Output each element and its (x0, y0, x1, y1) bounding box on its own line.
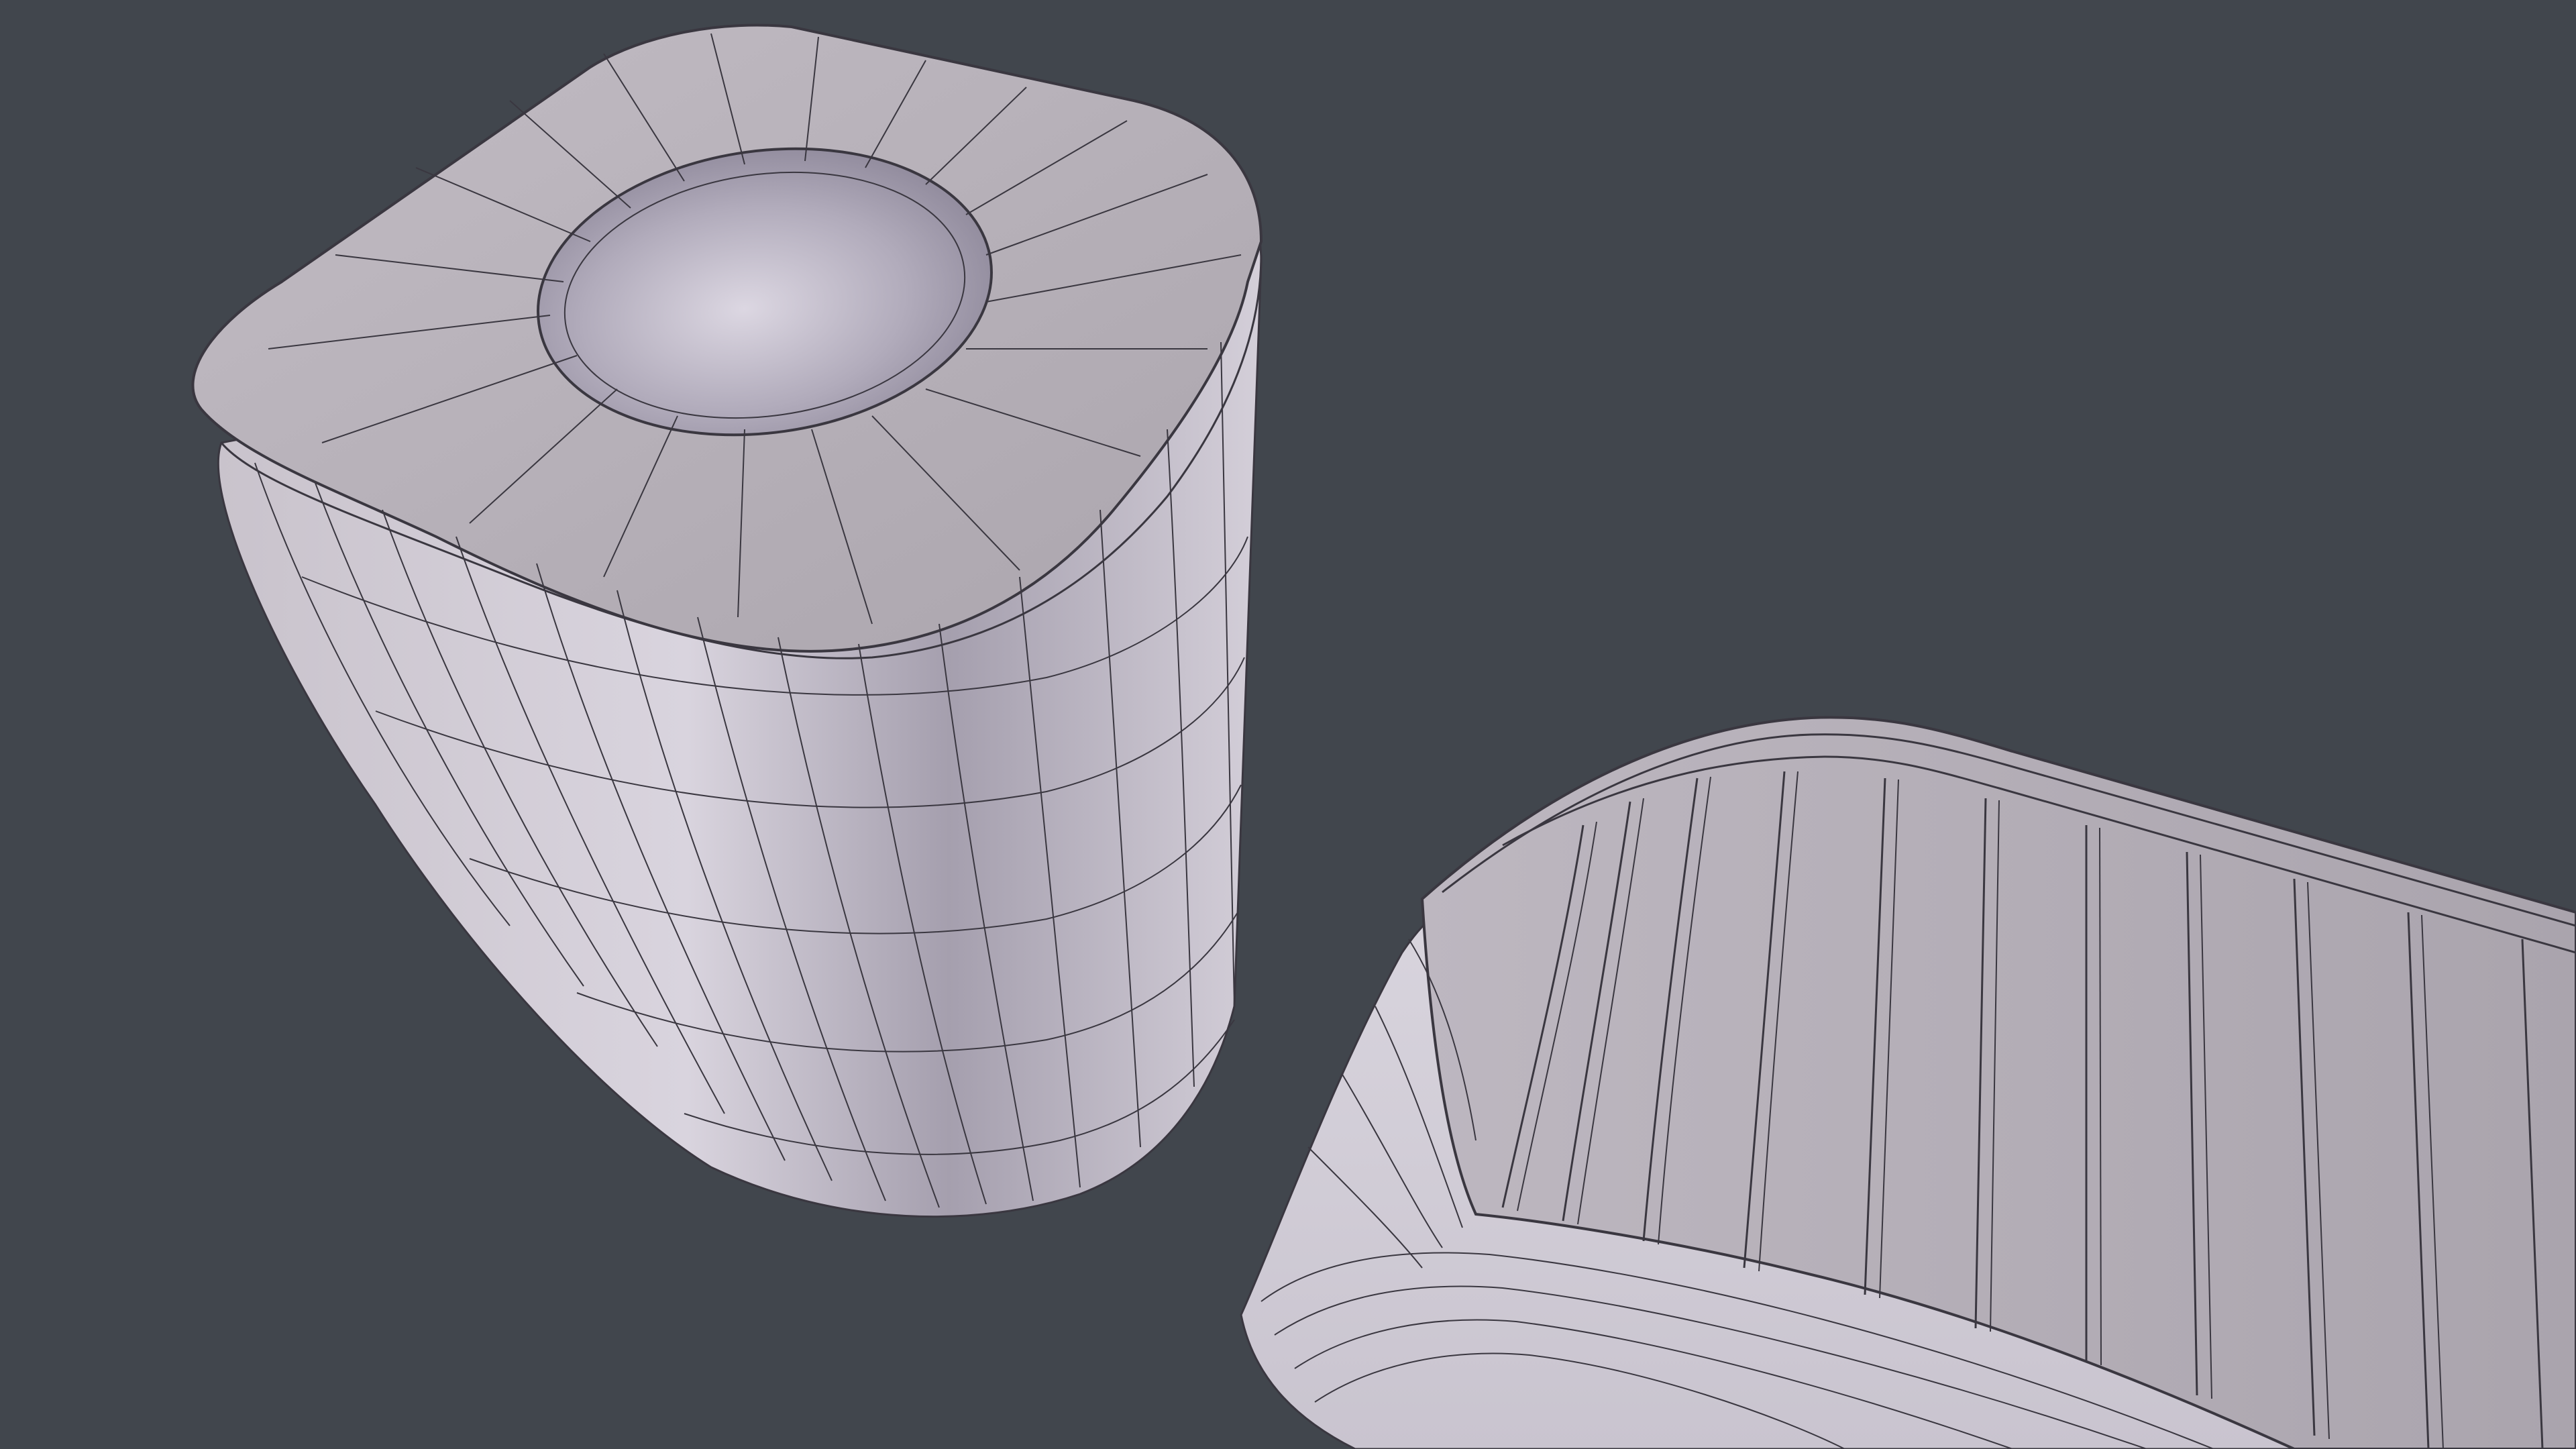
3d-viewport[interactable] (0, 0, 2576, 1449)
viewport-canvas (191, 23, 2576, 1449)
cup-mesh[interactable] (191, 23, 1263, 1218)
tray-mesh[interactable] (1240, 716, 2576, 1449)
